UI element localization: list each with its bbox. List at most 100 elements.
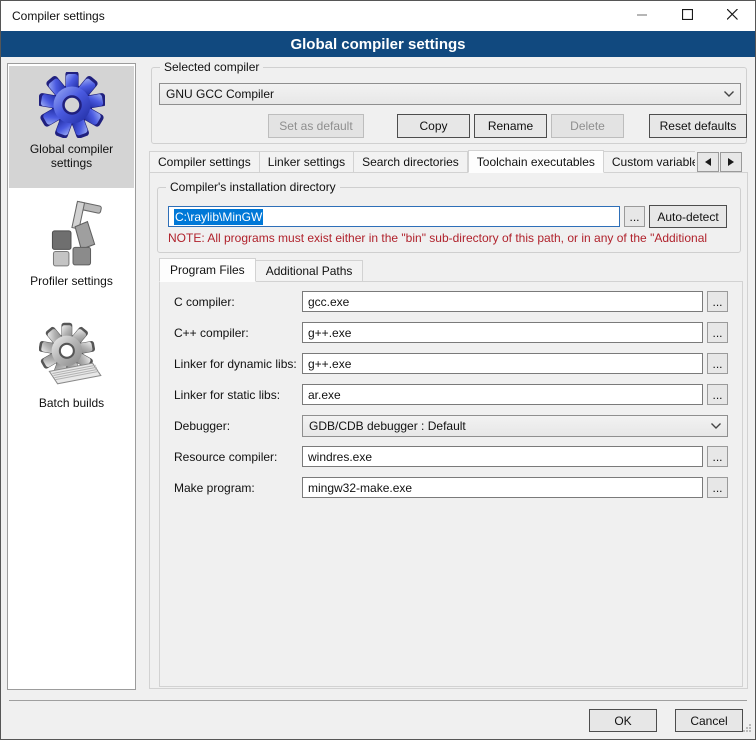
tab-toolchain-executables[interactable]: Toolchain executables bbox=[468, 150, 604, 173]
field-value: gcc.exe bbox=[308, 295, 349, 309]
field-value: mingw32-make.exe bbox=[308, 481, 412, 495]
copy-button[interactable]: Copy bbox=[397, 114, 470, 138]
button-label: ... bbox=[712, 326, 722, 340]
window-title: Compiler settings bbox=[1, 9, 105, 23]
cancel-button[interactable]: Cancel bbox=[675, 709, 743, 732]
program-files-panel: C compiler: gcc.exe ... C++ compiler: g+… bbox=[159, 281, 743, 687]
resource-compiler-row: Resource compiler: windres.exe ... bbox=[174, 446, 728, 467]
compiler-select-value: GNU GCC Compiler bbox=[160, 87, 718, 101]
tab-scroll-controls bbox=[697, 152, 742, 172]
field-label: Debugger: bbox=[174, 419, 302, 433]
field-label: C compiler: bbox=[174, 295, 302, 309]
button-label: ... bbox=[629, 210, 639, 224]
group-label: Compiler's installation directory bbox=[166, 180, 340, 194]
reset-defaults-button[interactable]: Reset defaults bbox=[649, 114, 747, 138]
sidebar-item-global-compiler-settings[interactable]: Global compiler settings bbox=[9, 66, 134, 188]
tab-label: Toolchain executables bbox=[477, 155, 595, 169]
field-value: g++.exe bbox=[308, 357, 351, 371]
selected-compiler-group: Selected compiler GNU GCC Compiler Set a… bbox=[151, 67, 747, 144]
sidebar-item-profiler-settings[interactable]: Profiler settings bbox=[9, 194, 134, 312]
button-label: ... bbox=[712, 295, 722, 309]
close-button[interactable] bbox=[710, 1, 755, 31]
resource-compiler-input[interactable]: windres.exe bbox=[302, 446, 703, 467]
make-program-row: Make program: mingw32-make.exe ... bbox=[174, 477, 728, 498]
browse-directory-button[interactable]: ... bbox=[624, 206, 645, 227]
button-label: OK bbox=[614, 714, 631, 728]
c-compiler-input[interactable]: gcc.exe bbox=[302, 291, 703, 312]
tab-linker-settings[interactable]: Linker settings bbox=[260, 151, 354, 173]
make-program-input[interactable]: mingw32-make.exe bbox=[302, 477, 703, 498]
set-as-default-button: Set as default bbox=[268, 114, 364, 138]
tab-search-directories[interactable]: Search directories bbox=[354, 151, 468, 173]
button-label: Reset defaults bbox=[660, 119, 737, 133]
gear-stack-icon bbox=[39, 322, 105, 392]
static-linker-row: Linker for static libs: ar.exe ... bbox=[174, 384, 728, 405]
maximize-icon bbox=[682, 9, 693, 23]
debugger-select-value: GDB/CDB debugger : Default bbox=[303, 419, 705, 433]
tab-compiler-settings[interactable]: Compiler settings bbox=[149, 151, 260, 173]
field-label: Make program: bbox=[174, 481, 302, 495]
rename-button[interactable]: Rename bbox=[474, 114, 547, 138]
tab-scroll-right-button[interactable] bbox=[720, 152, 742, 172]
button-label: Auto-detect bbox=[657, 210, 718, 224]
installation-directory-group: Compiler's installation directory C:\ray… bbox=[157, 187, 741, 253]
resize-grip[interactable] bbox=[742, 722, 752, 736]
dialog-banner: Global compiler settings bbox=[1, 31, 755, 57]
browse-make-program-button[interactable]: ... bbox=[707, 477, 728, 498]
caliper-icon bbox=[39, 200, 105, 270]
field-value: ar.exe bbox=[308, 388, 341, 402]
browse-resource-compiler-button[interactable]: ... bbox=[707, 446, 728, 467]
tab-custom-variables[interactable]: Custom variables bbox=[604, 151, 695, 173]
button-label: Copy bbox=[419, 119, 447, 133]
button-label: Delete bbox=[570, 119, 605, 133]
tab-label: Additional Paths bbox=[266, 264, 353, 278]
browse-static-linker-button[interactable]: ... bbox=[707, 384, 728, 405]
selected-path-text: C:\raylib\MinGW bbox=[174, 209, 263, 225]
field-label: Linker for static libs: bbox=[174, 388, 302, 402]
bin-subdirectory-note: NOTE: All programs must exist either in … bbox=[168, 231, 739, 245]
window-controls bbox=[620, 1, 755, 31]
browse-cpp-compiler-button[interactable]: ... bbox=[707, 322, 728, 343]
static-linker-input[interactable]: ar.exe bbox=[302, 384, 703, 405]
tab-label: Linker settings bbox=[268, 155, 345, 169]
field-label: C++ compiler: bbox=[174, 326, 302, 340]
field-label: Linker for dynamic libs: bbox=[174, 357, 302, 371]
button-label: Rename bbox=[488, 119, 533, 133]
button-label: ... bbox=[712, 450, 722, 464]
gear-blue-icon bbox=[39, 72, 105, 138]
tab-label: Program Files bbox=[170, 263, 245, 277]
dynamic-linker-input[interactable]: g++.exe bbox=[302, 353, 703, 374]
arrow-left-icon bbox=[705, 158, 711, 166]
tab-label: Compiler settings bbox=[158, 155, 251, 169]
button-label: ... bbox=[712, 357, 722, 371]
sidebar-item-batch-builds[interactable]: Batch builds bbox=[9, 316, 134, 434]
footer-separator bbox=[9, 700, 747, 701]
c-compiler-row: C compiler: gcc.exe ... bbox=[174, 291, 728, 312]
arrow-right-icon bbox=[728, 158, 734, 166]
sidebar-item-label: Global compiler settings bbox=[9, 140, 134, 172]
button-label: ... bbox=[712, 388, 722, 402]
tab-scroll-left-button[interactable] bbox=[697, 152, 719, 172]
auto-detect-button[interactable]: Auto-detect bbox=[649, 205, 727, 228]
browse-c-compiler-button[interactable]: ... bbox=[707, 291, 728, 312]
browse-dynamic-linker-button[interactable]: ... bbox=[707, 353, 728, 374]
field-value: g++.exe bbox=[308, 326, 351, 340]
close-icon bbox=[727, 9, 738, 23]
cpp-compiler-input[interactable]: g++.exe bbox=[302, 322, 703, 343]
compiler-select[interactable]: GNU GCC Compiler bbox=[159, 83, 741, 105]
debugger-select[interactable]: GDB/CDB debugger : Default bbox=[302, 415, 728, 437]
minimize-button[interactable] bbox=[620, 1, 665, 31]
program-files-tabs: Program Files Additional Paths bbox=[159, 258, 363, 282]
cpp-compiler-row: C++ compiler: g++.exe ... bbox=[174, 322, 728, 343]
field-label: Resource compiler: bbox=[174, 450, 302, 464]
chevron-down-icon bbox=[705, 423, 727, 429]
maximize-button[interactable] bbox=[665, 1, 710, 31]
settings-sidebar: Global compiler settings Profiler settin… bbox=[7, 63, 136, 690]
sidebar-item-label: Profiler settings bbox=[9, 272, 134, 290]
tab-program-files[interactable]: Program Files bbox=[159, 258, 256, 282]
tab-additional-paths[interactable]: Additional Paths bbox=[256, 260, 364, 282]
installation-directory-input[interactable]: C:\raylib\MinGW bbox=[168, 206, 620, 227]
ok-button[interactable]: OK bbox=[589, 709, 657, 732]
button-label: ... bbox=[712, 481, 722, 495]
compiler-tabs: Compiler settings Linker settings Search… bbox=[149, 150, 695, 173]
